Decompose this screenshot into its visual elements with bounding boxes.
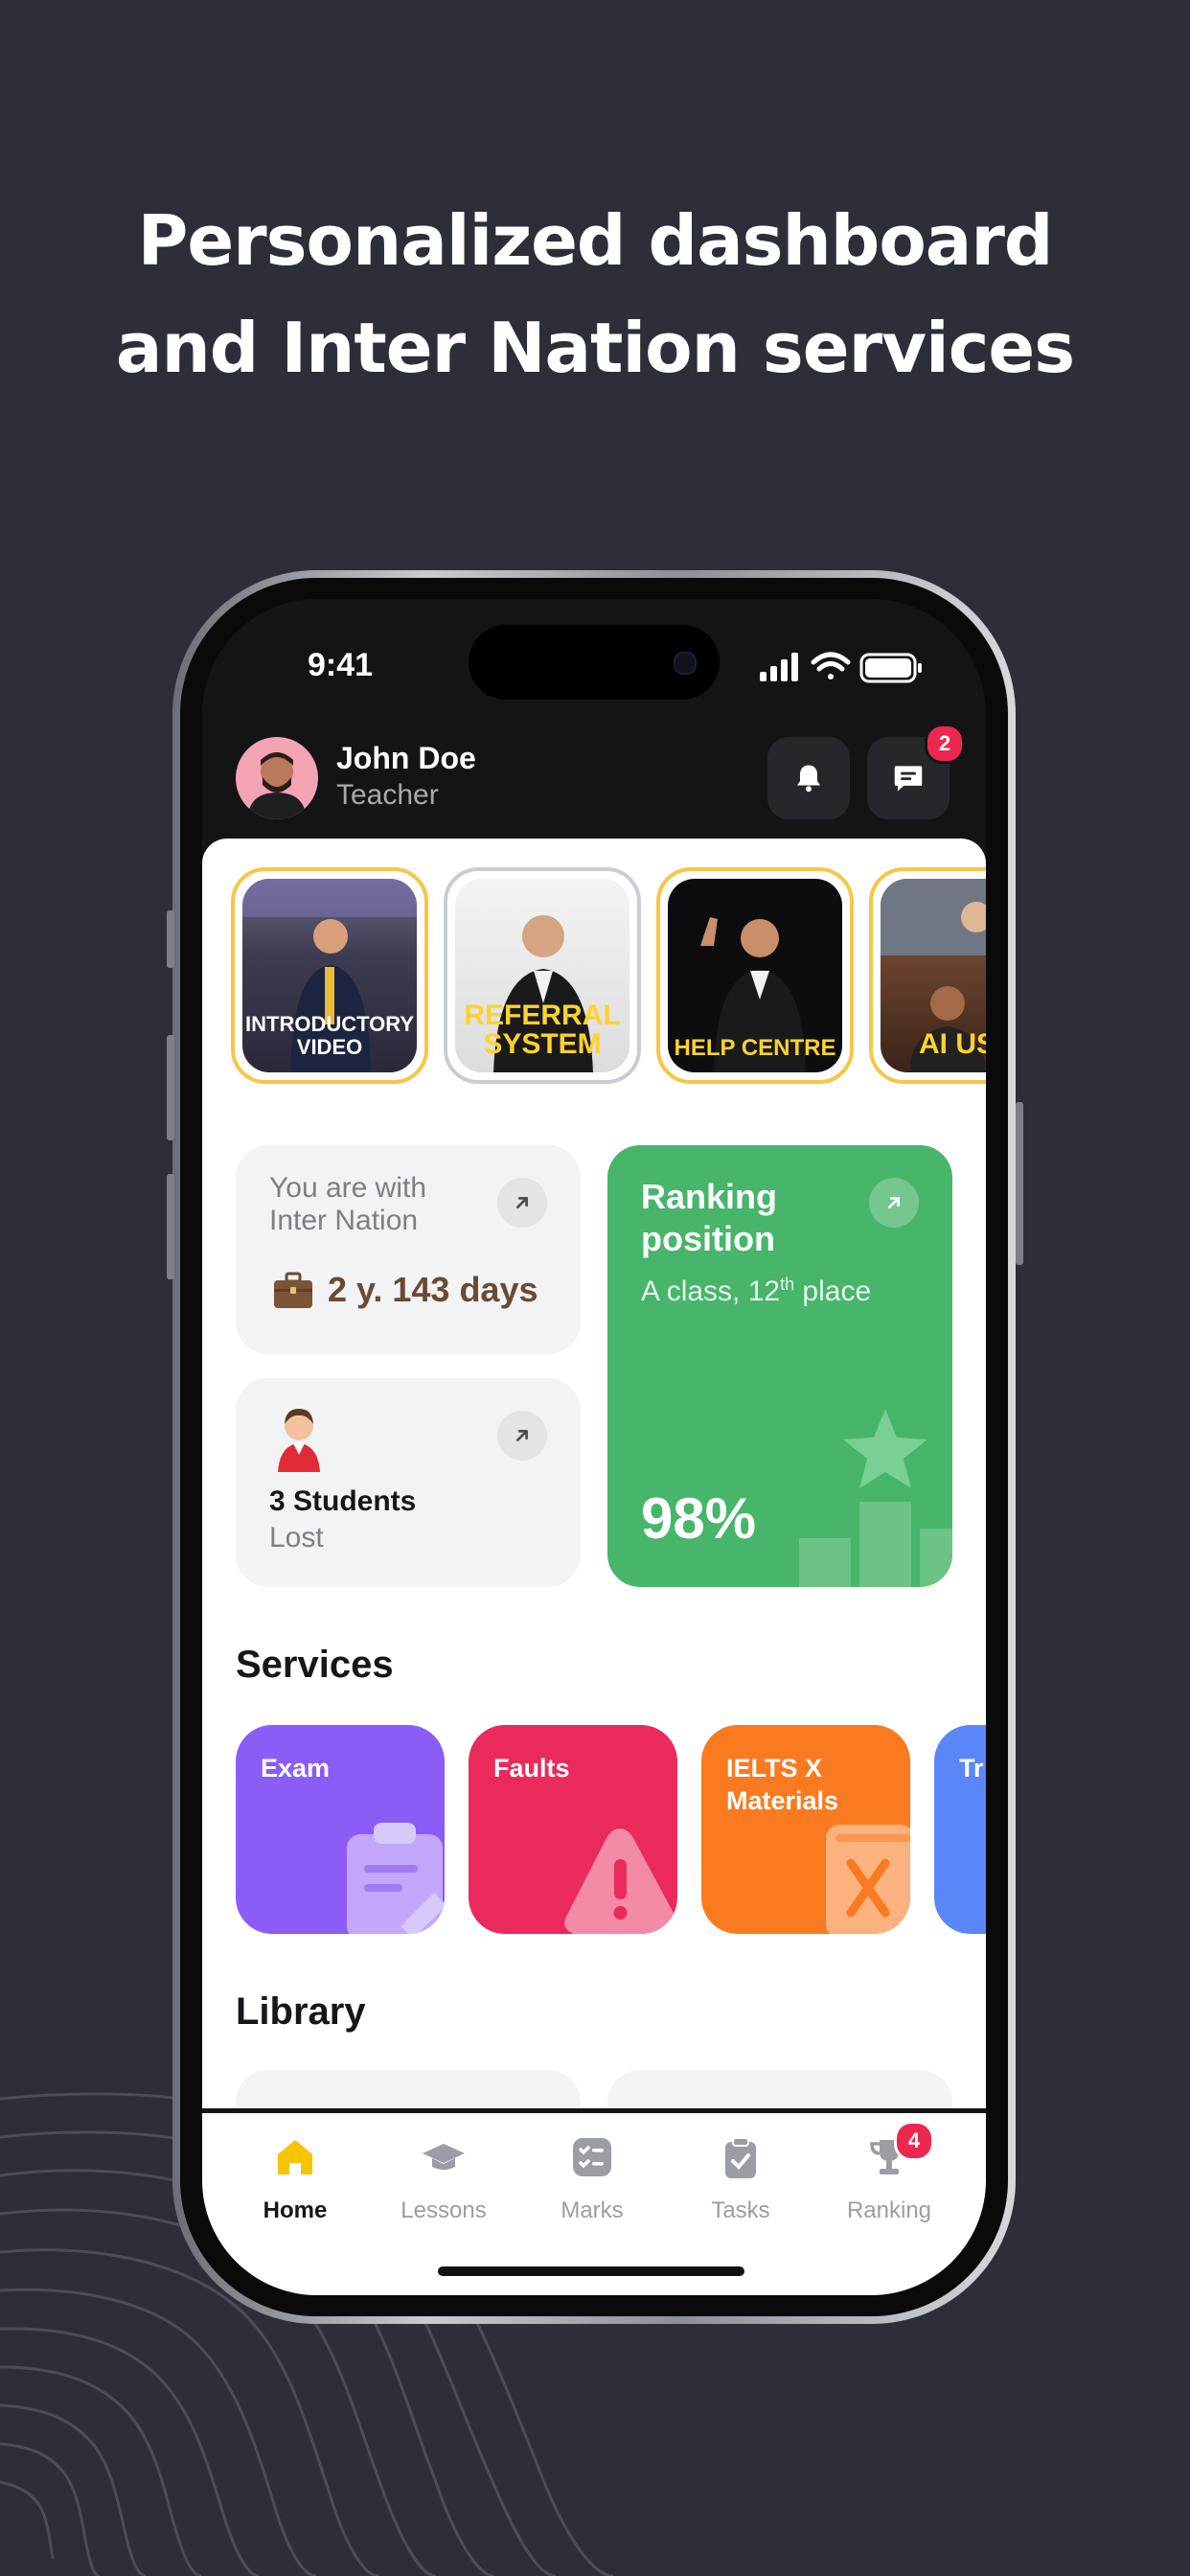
library-title: Library <box>236 1990 366 2033</box>
camera-icon <box>674 652 697 675</box>
phone-screen: 9:41 John Doe Teacher 2 INTRODUCTORY VID… <box>202 599 986 2295</box>
ranking-subtitle-sup: th <box>780 1275 795 1294</box>
wifi-icon <box>811 652 851 679</box>
arrow-up-right-icon <box>516 1197 528 1208</box>
headline-line-1: Personalized dashboard <box>137 200 1054 281</box>
headline-line-2: and Inter Nation services <box>115 308 1075 388</box>
user-role: Teacher <box>336 779 439 811</box>
arrow-up-right-icon <box>516 1430 528 1441</box>
tab-lessons[interactable]: Lessons <box>372 2113 515 2247</box>
library-card-books[interactable] <box>236 2070 581 2108</box>
tab-tasks[interactable]: Tasks <box>669 2113 812 2247</box>
service-label-line-2: Materials <box>726 1786 839 1815</box>
cellular-signal-icon <box>760 653 798 681</box>
battery-icon <box>859 653 922 683</box>
story-label: AI UST <box>919 1028 986 1060</box>
warning-icon <box>564 1828 676 1934</box>
chat-icon <box>894 766 923 792</box>
story-label: HELP CENTRE <box>674 1035 836 1061</box>
ranking-open-button[interactable] <box>869 1178 919 1228</box>
graduation-cap-icon <box>423 2144 465 2170</box>
ranking-percent: 98% <box>641 1486 757 1551</box>
notifications-button[interactable] <box>767 737 850 819</box>
tenure-card[interactable]: You are with Inter Nation 2 y. 143 days <box>236 1145 581 1354</box>
avatar[interactable] <box>236 737 318 819</box>
home-icon <box>278 2140 312 2174</box>
marketing-headline: Personalized dashboard and Inter Nation … <box>0 187 1190 402</box>
library-card-videos[interactable] <box>607 2070 952 2108</box>
ranking-subtitle-suffix: place <box>794 1276 872 1307</box>
service-label: Exam <box>261 1754 331 1782</box>
podium-star-icon <box>799 1409 952 1587</box>
clipboard-icon <box>347 1823 445 1934</box>
service-partial[interactable]: Tr <box>934 1725 986 1934</box>
student-avatar-icon <box>278 1409 320 1472</box>
tenure-label-line-2: Inter Nation <box>269 1205 419 1236</box>
user-name: John Doe <box>336 741 476 775</box>
service-label-line-1: IELTS X <box>726 1754 823 1782</box>
students-open-button[interactable] <box>497 1411 547 1460</box>
tab-label: Home <box>263 2197 328 2223</box>
service-label: Tr <box>959 1754 984 1782</box>
ranking-title-line-1: Ranking <box>641 1177 778 1216</box>
ranking-title: Ranking position <box>641 1176 777 1260</box>
story-help-centre[interactable]: HELP CENTRE <box>656 867 854 1084</box>
tenure-value: 2 y. 143 days <box>328 1270 538 1309</box>
dashboard-content: INTRODUCTORY VIDEO REFERRAL SYSTEM HELP … <box>202 839 986 2108</box>
briefcase-icon <box>274 1272 312 1308</box>
tab-label: Marks <box>561 2197 624 2223</box>
arrow-up-right-icon <box>888 1197 900 1208</box>
students-status: Lost <box>269 1522 324 1553</box>
tab-marks[interactable]: Marks <box>520 2113 664 2247</box>
status-time: 9:41 <box>308 647 374 683</box>
status-icons <box>760 652 922 683</box>
tab-label: Tasks <box>711 2197 770 2223</box>
story-introductory-video[interactable]: INTRODUCTORY VIDEO <box>231 867 428 1084</box>
bell-icon <box>797 765 820 793</box>
story-label: REFERRAL SYSTEM <box>464 1000 621 1060</box>
tab-label: Ranking <box>846 2197 932 2223</box>
story-ai-ust[interactable]: AI UST <box>869 867 986 1084</box>
dynamic-island <box>469 625 720 700</box>
messages-badge: 2 <box>925 724 965 764</box>
students-count: 3 Students <box>269 1485 417 1517</box>
volume-up-button <box>167 1035 174 1140</box>
service-faults[interactable]: Faults <box>469 1725 677 1934</box>
tab-home[interactable]: Home <box>223 2113 367 2247</box>
story-label: INTRODUCTORY VIDEO <box>245 1012 414 1059</box>
tenure-label-line-1: You are with <box>269 1172 427 1204</box>
ranking-subtitle: A class, 12th place <box>641 1275 871 1308</box>
ranking-subtitle-prefix: A class, 12 <box>641 1276 781 1307</box>
ranking-card[interactable]: Ranking position A class, 12th place 98% <box>607 1145 952 1587</box>
story-referral-system[interactable]: REFERRAL SYSTEM <box>444 867 641 1084</box>
volume-down-button <box>167 1174 174 1279</box>
tab-ranking[interactable]: 4 Ranking <box>817 2113 961 2247</box>
service-ielts-materials[interactable]: IELTS X Materials <box>701 1725 910 1934</box>
ranking-badge: 4 <box>894 2121 934 2161</box>
tenure-open-button[interactable] <box>497 1178 547 1228</box>
service-label: Faults <box>493 1754 570 1782</box>
service-exam[interactable]: Exam <box>236 1725 445 1934</box>
home-indicator[interactable] <box>438 2266 744 2276</box>
service-label: IELTS X Materials <box>726 1752 838 1817</box>
services-title: Services <box>236 1644 394 1686</box>
ranking-title-line-2: position <box>641 1219 775 1258</box>
clipboard-check-icon <box>725 2137 756 2178</box>
tab-label: Lessons <box>400 2197 487 2223</box>
power-button <box>1016 1102 1023 1265</box>
book-x-icon <box>826 1825 910 1934</box>
action-button <box>167 910 174 968</box>
students-lost-card[interactable]: 3 Students Lost <box>236 1378 581 1587</box>
checklist-icon <box>573 2138 611 2176</box>
